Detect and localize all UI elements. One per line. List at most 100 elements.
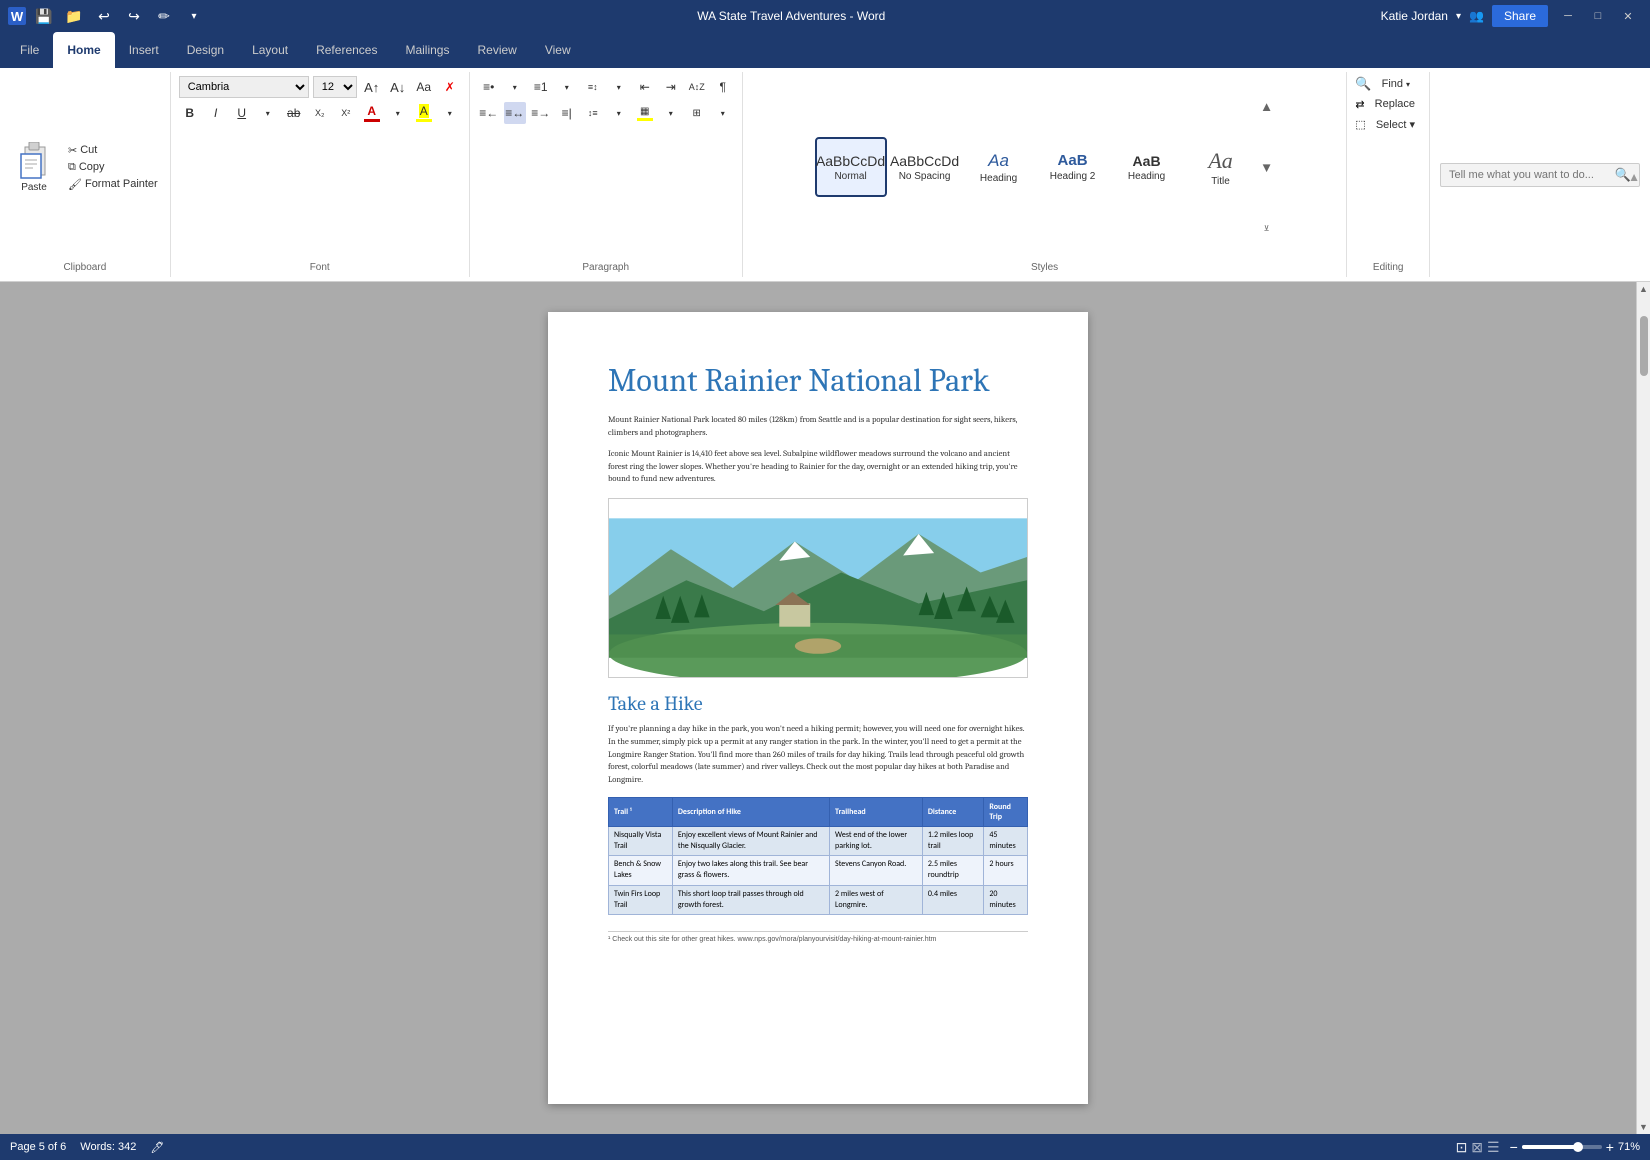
- tab-references[interactable]: References: [302, 32, 391, 68]
- redo-qat-button[interactable]: ↪: [122, 4, 146, 28]
- copy-button[interactable]: ⧉ Copy: [64, 160, 162, 175]
- line-spacing-button[interactable]: ↕≡: [582, 102, 604, 124]
- zoom-level[interactable]: 71%: [1618, 1141, 1640, 1153]
- decrease-font-button[interactable]: A↓: [387, 76, 409, 98]
- replace-button[interactable]: Replace: [1369, 96, 1421, 112]
- user-dropdown-icon[interactable]: ▾: [1456, 11, 1461, 22]
- tab-layout[interactable]: Layout: [238, 32, 302, 68]
- minimize-button[interactable]: ─: [1558, 6, 1578, 26]
- touch-qat-button[interactable]: ✏: [152, 4, 176, 28]
- increase-font-button[interactable]: A↑: [361, 76, 383, 98]
- bullets-button[interactable]: ≡•: [478, 76, 500, 98]
- undo-qat-button[interactable]: ↩: [92, 4, 116, 28]
- font-color-dropdown[interactable]: ▾: [387, 102, 409, 124]
- tab-view[interactable]: View: [531, 32, 585, 68]
- italic-button[interactable]: I: [205, 102, 227, 124]
- select-button[interactable]: Select ▾: [1370, 116, 1421, 133]
- document-area[interactable]: ▲ Mount Rainier National Park Mount Rain…: [0, 282, 1636, 1134]
- maximize-button[interactable]: □: [1588, 6, 1608, 26]
- save-qat-button[interactable]: 💾: [32, 4, 56, 28]
- close-button[interactable]: ✕: [1618, 6, 1638, 26]
- style-normal[interactable]: AaBbCcDd Normal: [815, 137, 887, 197]
- document-page[interactable]: Mount Rainier National Park Mount Rainie…: [548, 312, 1088, 1104]
- outline-button[interactable]: ☰: [1487, 1139, 1500, 1156]
- zoom-thumb[interactable]: [1573, 1142, 1583, 1152]
- share-button[interactable]: Share: [1492, 5, 1548, 27]
- page-info: Page 5 of 6: [10, 1141, 66, 1153]
- scroll-thumb[interactable]: [1640, 316, 1648, 376]
- tab-insert[interactable]: Insert: [115, 32, 173, 68]
- style-heading3[interactable]: AaB Heading: [1111, 137, 1183, 197]
- bullets-dropdown[interactable]: ▾: [504, 76, 526, 98]
- shading-dropdown[interactable]: ▾: [660, 102, 682, 124]
- scroll-down-button[interactable]: ▼: [1637, 1120, 1650, 1134]
- shading-button[interactable]: ▦: [634, 102, 656, 124]
- paste-button[interactable]: Paste: [8, 138, 60, 197]
- highlight-color-button[interactable]: A: [413, 102, 435, 124]
- strikethrough-button[interactable]: ab: [283, 102, 305, 124]
- styles-more-button[interactable]: ⊻: [1259, 198, 1275, 258]
- numbering-dropdown[interactable]: ▾: [556, 76, 578, 98]
- increase-indent-button[interactable]: ⇥: [660, 76, 682, 98]
- right-scrollbar[interactable]: ▲ ▼: [1636, 282, 1650, 1134]
- font-color-button[interactable]: A: [361, 102, 383, 124]
- cut-button[interactable]: ✂ Cut: [64, 143, 162, 158]
- ribbon-tab-bar: File Home Insert Design Layout Reference…: [0, 32, 1650, 68]
- zoom-plus-button[interactable]: +: [1606, 1139, 1614, 1155]
- table-header-trail: Trail ¹: [609, 797, 673, 826]
- style-title[interactable]: Aa Title: [1185, 137, 1257, 197]
- multilevel-button[interactable]: ≡↕: [582, 76, 604, 98]
- font-size-select[interactable]: 12 10 14: [313, 76, 357, 98]
- paragraph-label: Paragraph: [582, 258, 629, 273]
- clear-format-button[interactable]: ✗: [439, 76, 461, 98]
- search-input[interactable]: [1449, 169, 1615, 181]
- print-layout-button[interactable]: ⊡: [1456, 1139, 1468, 1156]
- decrease-indent-button[interactable]: ⇤: [634, 76, 656, 98]
- justify-button[interactable]: ≡|: [556, 102, 578, 124]
- trail-head-2: Stevens Canyon Road.: [830, 856, 923, 885]
- zoom-slider[interactable]: [1522, 1145, 1602, 1149]
- more-qat-button[interactable]: ▾: [182, 4, 206, 28]
- open-qat-button[interactable]: 📁: [62, 4, 86, 28]
- main-area: ▲ Mount Rainier National Park Mount Rain…: [0, 282, 1650, 1134]
- borders-dropdown[interactable]: ▾: [712, 102, 734, 124]
- paste-icon: [16, 142, 52, 182]
- find-button[interactable]: Find ▾: [1376, 76, 1416, 92]
- bold-button[interactable]: B: [179, 102, 201, 124]
- edit-mode-icon[interactable]: 🖊: [150, 1141, 164, 1154]
- sort-button[interactable]: A↕Z: [686, 76, 708, 98]
- multilevel-dropdown[interactable]: ▾: [608, 76, 630, 98]
- zoom-minus-button[interactable]: −: [1510, 1139, 1518, 1155]
- trail-name-3: Twin Firs Loop Trail: [609, 885, 673, 914]
- format-painter-button[interactable]: 🖌 Format Painter: [64, 177, 162, 192]
- align-right-button[interactable]: ≡→: [530, 102, 552, 124]
- borders-button[interactable]: ⊞: [686, 102, 708, 124]
- subscript-button[interactable]: X₂: [309, 102, 331, 124]
- styles-scroll-up-button[interactable]: ▲: [1259, 76, 1275, 136]
- tab-mailings[interactable]: Mailings: [391, 32, 463, 68]
- tab-home[interactable]: Home: [53, 32, 114, 68]
- styles-gallery-items: AaBbCcDd Normal AaBbCcDd No Spacing Aa H…: [815, 137, 1257, 197]
- align-center-button[interactable]: ≡↔: [504, 102, 526, 124]
- search-bar[interactable]: 🔍: [1440, 163, 1640, 187]
- tab-file[interactable]: File: [6, 32, 53, 68]
- show-marks-button[interactable]: ¶: [712, 76, 734, 98]
- view-mode-buttons: ⊡ ⊠ ☰: [1456, 1139, 1500, 1156]
- style-heading1[interactable]: Aa Heading: [963, 137, 1035, 197]
- tab-design[interactable]: Design: [173, 32, 238, 68]
- underline-dropdown-button[interactable]: ▾: [257, 102, 279, 124]
- web-layout-button[interactable]: ⊠: [1471, 1139, 1483, 1156]
- change-case-button[interactable]: Aa: [413, 76, 435, 98]
- underline-button[interactable]: U: [231, 102, 253, 124]
- tab-review[interactable]: Review: [463, 32, 530, 68]
- styles-scroll-down-button[interactable]: ▼: [1259, 137, 1275, 197]
- style-heading2[interactable]: AaB Heading 2: [1037, 137, 1109, 197]
- superscript-button[interactable]: X²: [335, 102, 357, 124]
- line-spacing-dropdown[interactable]: ▾: [608, 102, 630, 124]
- highlight-dropdown[interactable]: ▾: [439, 102, 461, 124]
- font-family-select[interactable]: Cambria Arial Times New Roman: [179, 76, 309, 98]
- numbering-button[interactable]: ≡1: [530, 76, 552, 98]
- align-left-button[interactable]: ≡←: [478, 102, 500, 124]
- scroll-up-button[interactable]: ▲: [1637, 282, 1650, 296]
- style-no-spacing[interactable]: AaBbCcDd No Spacing: [889, 137, 961, 197]
